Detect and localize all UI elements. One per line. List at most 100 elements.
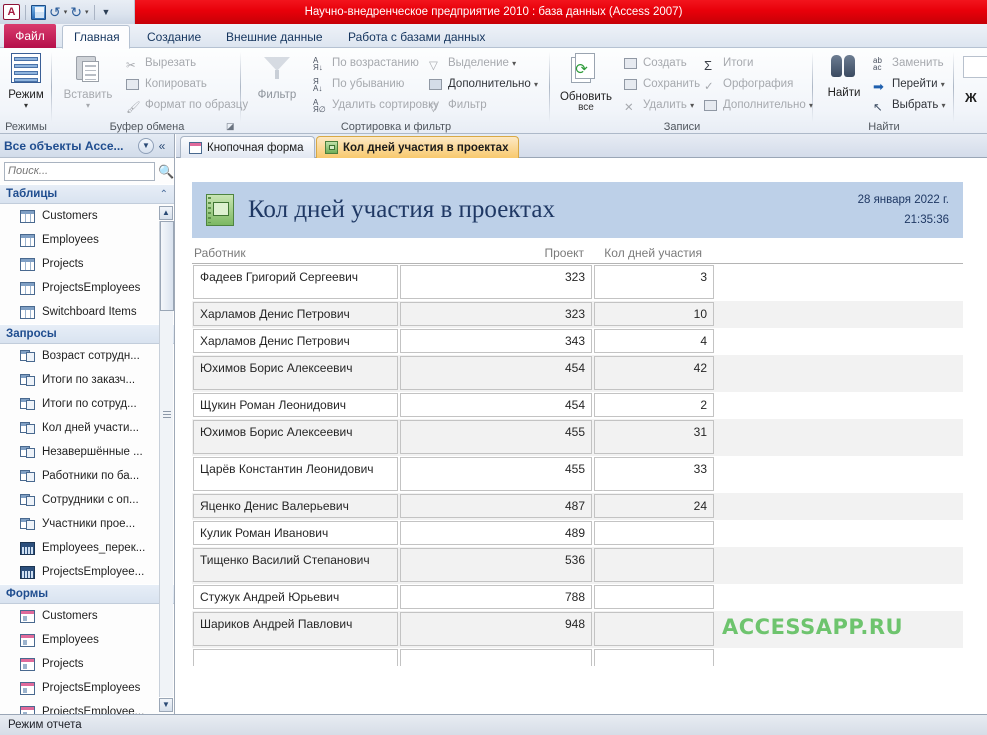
save-record-button[interactable]: Сохранить [623,74,700,94]
sidebar-item-form-employees[interactable]: Employees [0,628,174,652]
sidebar-item-form-customers[interactable]: Customers [0,604,174,628]
tab-external-data[interactable]: Внешние данные [215,26,334,48]
sidebar-item-query-7[interactable]: Сотрудники с оп... [0,488,174,512]
new-record-button[interactable]: Создать [623,53,687,73]
report-canvas[interactable]: Кол дней участия в проектах 28 января 20… [176,158,987,714]
bold-button[interactable]: Ж [965,90,977,105]
table-row: Кулик Роман Иванович 489 [192,520,963,547]
delete-dropdown-icon[interactable]: ▾ [690,101,694,110]
tab-home[interactable]: Главная [62,25,130,49]
sort-descending-button[interactable]: Я А↓ По убыванию [312,74,404,94]
more-records-button[interactable]: Дополнительно ▾ [703,95,813,115]
sidebar-item-form-projects[interactable]: Projects [0,652,174,676]
access-logo-icon[interactable]: A [3,4,20,20]
tab-create[interactable]: Создание [136,26,212,48]
goto-dropdown-icon[interactable]: ▾ [941,80,945,89]
nav-group-header-forms[interactable]: Формы ⌃ [0,584,174,604]
sidebar-item-table-customers[interactable]: Customers [0,204,174,228]
copy-button[interactable]: Копировать [125,74,207,94]
scroll-down-icon[interactable]: ▼ [159,698,173,712]
nav-group-header-queries[interactable]: Запросы ⌃ [0,324,174,344]
cut-button[interactable]: ✂ Вырезать [125,53,196,73]
goto-button[interactable]: ➡ Перейти ▾ [872,74,945,94]
collapse-icon[interactable]: ⌃ [160,189,168,200]
clear-sort-button[interactable]: А Я∅ Удалить сортировку [312,95,439,115]
table-icon [20,209,35,223]
toggle-filter-button[interactable]: ▽ Фильтр [428,95,487,115]
view-button[interactable]: Режим ▾ [0,51,54,110]
format-painter-button[interactable]: 🖌 Формат по образцу [125,95,248,115]
sidebar-item-query-4[interactable]: Кол дней участи... [0,416,174,440]
nav-pane-header[interactable]: Все объекты Acce... ▼ « [0,134,174,158]
search-icon[interactable]: 🔍 [158,163,174,180]
sidebar-item-query-6[interactable]: Работники по ба... [0,464,174,488]
selection-dropdown-icon[interactable]: ▾ [512,59,516,68]
sidebar-item-query-8[interactable]: Участники прое... [0,512,174,536]
sidebar-item-table-projects[interactable]: Projects [0,252,174,276]
sidebar-item-table-employees[interactable]: Employees [0,228,174,252]
query-icon [20,349,35,363]
sidebar-item-query-3[interactable]: Итоги по сотруд... [0,392,174,416]
tab-file[interactable]: Файл [4,24,56,48]
clear-sort-label: Удалить сортировку [332,99,440,111]
scrollbar-thumb[interactable] [160,221,174,311]
table-cell-name: Юхимов Борис Алексеевич [193,356,398,390]
selection-button[interactable]: ▽ Выделение ▾ [428,53,516,73]
tab-report-days-in-projects[interactable]: Кол дней участия в проектах [316,136,520,158]
tab-database-tools[interactable]: Работа с базами данных [337,26,496,48]
ribbon-group-records: ⟳ Обновить все Создать Сохранить ✕ Удали… [551,48,813,134]
select-dropdown-icon[interactable]: ▾ [942,101,946,110]
sidebar-item-query-1[interactable]: Возраст сотрудн... [0,344,174,368]
scroll-up-icon[interactable]: ▲ [159,206,173,220]
page-title: Кол дней участия в проектах [248,196,555,223]
sidebar-item-table-switchboard-items[interactable]: Switchboard Items [0,300,174,324]
select-button[interactable]: ↖ Выбрать ▾ [872,95,946,115]
delete-record-button[interactable]: ✕ Удалить ▾ [623,95,694,115]
search-input[interactable] [4,161,155,181]
sidebar-item-query-5[interactable]: Незавершённые ... [0,440,174,464]
chevron-down-icon[interactable]: ▼ [138,137,154,154]
table-cell-name [193,649,398,666]
spelling-button[interactable]: ✓ Орфография [703,74,793,94]
sidebar-item-form-projectsemployees[interactable]: ProjectsEmployees [0,676,174,700]
save-icon[interactable] [31,4,46,20]
navigation-pane: Все объекты Acce... ▼ « 🔍 Таблицы ⌃ Cust… [0,134,175,714]
sidebar-item-table-projectsemployees[interactable]: ProjectsEmployees [0,276,174,300]
sidebar-item-query-2[interactable]: Итоги по заказч... [0,368,174,392]
view-dropdown-icon[interactable]: ▾ [0,102,54,110]
query-icon [20,493,35,507]
advanced-filter-button[interactable]: Дополнительно ▾ [428,74,538,94]
sidebar-item-crosstab-2[interactable]: ProjectsEmployee... [0,560,174,584]
double-chevron-left-icon[interactable]: « [154,139,170,153]
sidebar-item-form-projectsemployee-more[interactable]: ProjectsEmployee... [0,700,174,714]
scrollbar-track[interactable] [159,221,174,697]
undo-icon[interactable]: ↺ [49,5,61,19]
clipboard-dialog-launcher-icon[interactable]: ◪ [226,121,237,132]
refresh-all-button[interactable]: ⟳ Обновить все [555,51,617,113]
totals-button[interactable]: Σ Итоги [703,53,753,73]
filter-button[interactable]: Фильтр [248,51,306,102]
status-mode-label: Режим отчета [8,719,82,731]
status-bar: Режим отчета [0,714,987,735]
toggle-filter-icon: ▽ [429,102,438,114]
tab-switchboard-form[interactable]: Кнопочная форма [180,136,315,158]
table-icon [20,281,35,295]
table-cell-days [594,612,714,646]
sidebar-item-crosstab-1[interactable]: Employees_перек... [0,536,174,560]
nav-group-header-tables[interactable]: Таблицы ⌃ [0,184,174,204]
font-name-combo[interactable] [963,56,987,78]
replace-button[interactable]: ab ac Заменить [872,53,944,73]
sort-ascending-button[interactable]: А Я↓ По возрастанию [312,53,419,73]
nav-scrollbar[interactable]: ▲ ▼ [159,206,174,712]
table-cell-proj: 323 [400,265,592,299]
toggle-filter-label: Фильтр [448,99,487,111]
redo-icon[interactable]: ↻ [70,5,82,19]
find-button[interactable]: Найти [818,51,870,100]
advanced-filter-dropdown-icon[interactable]: ▾ [534,80,538,89]
cut-label: Вырезать [145,57,197,69]
paste-button[interactable]: Вставить ▾ [57,51,119,110]
paste-dropdown-icon[interactable]: ▾ [57,102,119,110]
undo-dropdown-icon[interactable]: ▾ [64,8,68,16]
redo-dropdown-icon[interactable]: ▾ [85,8,89,16]
customize-qat-icon[interactable]: ▼ [102,7,111,17]
